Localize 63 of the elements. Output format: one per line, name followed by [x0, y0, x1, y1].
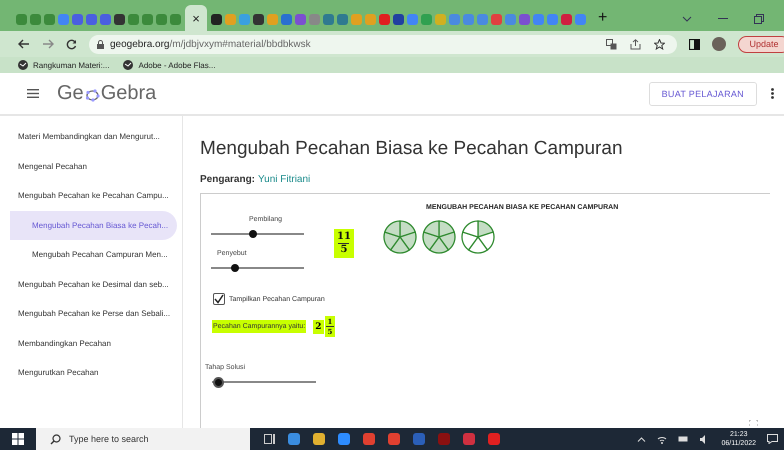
favicon-icon[interactable] [211, 14, 222, 24]
lock-icon[interactable] [97, 40, 104, 48]
favicon-icon[interactable] [253, 14, 264, 24]
app-icon[interactable] [488, 433, 500, 445]
sidebar-item[interactable]: Mengubah Pecahan ke Perse dan Sebali... [0, 299, 182, 328]
fraction: 11 5 [334, 229, 354, 258]
close-tab-button[interactable]: × [192, 10, 200, 26]
back-icon[interactable] [18, 39, 30, 49]
slider-thumb[interactable] [230, 264, 239, 272]
favicon-icon[interactable] [393, 14, 404, 24]
page-title: Mengubah Pecahan Biasa ke Pecahan Campuran [200, 138, 624, 160]
menu-icon[interactable] [27, 89, 39, 98]
bookmark[interactable]: Adobe - Adobe Flas... [123, 60, 216, 70]
address-bar[interactable]: geogebra.org/m/jdbjvxym#material/bbdbkwsk [89, 34, 677, 54]
avatar-icon[interactable] [712, 37, 726, 51]
reload-icon[interactable] [66, 38, 77, 50]
minimize-icon[interactable] [718, 18, 728, 20]
restore-icon[interactable] [754, 14, 764, 24]
new-tab-button[interactable]: + [590, 7, 616, 31]
chevron-icon[interactable] [682, 16, 692, 22]
windows-icon[interactable] [12, 433, 24, 445]
sidebar-item[interactable]: Membandingkan Pecahan [0, 328, 182, 358]
sidebar-item[interactable]: Mengubah Pecahan ke Desimal dan seb... [0, 270, 182, 299]
fullscreen-icon[interactable] [749, 420, 758, 426]
bookmark[interactable]: Rangkuman Materi:... [18, 60, 110, 70]
create-lesson-button[interactable]: BUAT PELAJARAN [648, 82, 757, 106]
pie-icon [382, 219, 418, 255]
search-icon [50, 434, 61, 444]
app-icon[interactable] [338, 433, 350, 445]
star-icon[interactable] [654, 38, 665, 50]
pie-icon [421, 219, 457, 255]
app-icon[interactable] [388, 433, 400, 445]
notification-icon[interactable] [767, 434, 778, 444]
logo-text: Gebra [100, 82, 156, 105]
translate-icon[interactable] [606, 38, 617, 50]
app-icon[interactable] [288, 433, 300, 445]
author-label: Pengarang: [200, 174, 256, 185]
sidebar-item[interactable]: Mengubah Pecahan Biasa ke Pecah... [10, 210, 177, 240]
pie-icon [460, 219, 496, 255]
task-view-icon[interactable] [264, 434, 275, 444]
app-icon[interactable] [313, 433, 325, 445]
slider-thumb[interactable] [212, 376, 224, 388]
author-link[interactable]: Yuni Fitriani [258, 174, 310, 185]
forward-icon[interactable] [42, 39, 54, 49]
sidebar-item[interactable]: Mengurutkan Pecahan [0, 358, 182, 388]
browser-tab[interactable]: × [185, 5, 207, 31]
sidebar-icon[interactable] [689, 38, 700, 50]
favicon-icon[interactable] [114, 14, 125, 24]
update-button[interactable]: Update [738, 36, 784, 52]
sidebar-item[interactable]: Mengubah Pecahan ke Pecahan Campu... [0, 181, 182, 210]
sidebar-item[interactable]: Materi Membandingkan dan Mengurut... [0, 122, 182, 152]
logo-text: Ge [57, 82, 84, 105]
slider-thumb[interactable] [248, 230, 257, 238]
app-icon[interactable] [363, 433, 375, 445]
sidebar-item[interactable]: Mengubah Pecahan Campuran Men... [10, 240, 177, 270]
battery-icon[interactable] [678, 436, 690, 442]
more-options-icon[interactable] [771, 88, 774, 99]
share-icon[interactable] [630, 38, 641, 50]
sidebar-item[interactable]: Mengenal Pecahan [0, 152, 182, 181]
taskbar-search-field[interactable]: Type here to search [36, 428, 250, 450]
checkbox[interactable] [213, 293, 225, 305]
wifi-icon[interactable] [657, 434, 668, 444]
logo-icon [84, 88, 100, 102]
